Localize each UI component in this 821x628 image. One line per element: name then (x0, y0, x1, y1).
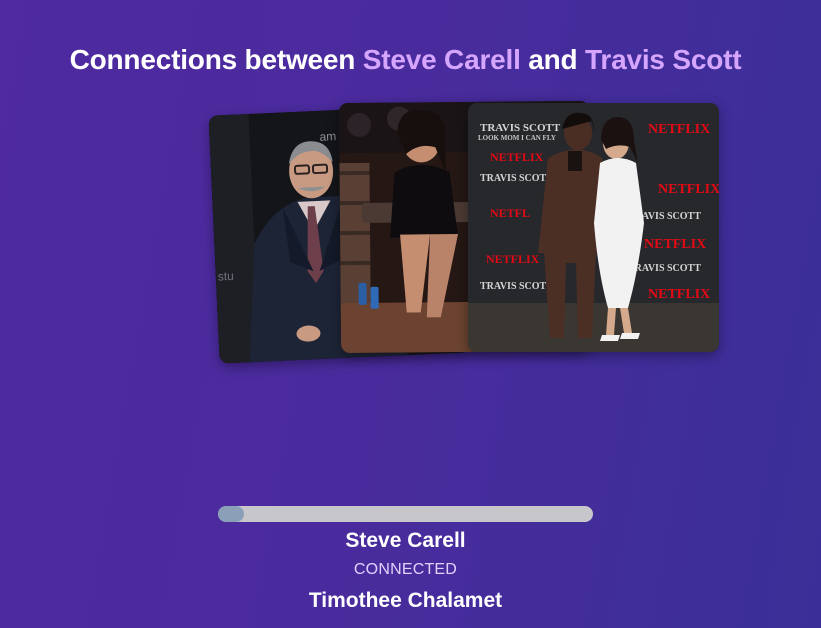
svg-text:NETFLIX: NETFLIX (648, 287, 710, 302)
backdrop-text: am (319, 129, 336, 144)
svg-text:NETFLIX: NETFLIX (658, 182, 719, 197)
svg-text:TRAVIS SCOTT: TRAVIS SCOTT (628, 263, 701, 274)
chain-from-name: Steve Carell (345, 529, 466, 552)
progress-fill (218, 506, 245, 522)
photo-travis-scott[interactable]: TRAVIS SCOTT LOOK MOM I CAN FLY NETFLIX … (468, 103, 719, 352)
svg-text:TRAVIS SCOTT: TRAVIS SCOTT (480, 281, 553, 292)
svg-text:stu: stu (217, 269, 234, 284)
progress-bar (218, 506, 593, 522)
svg-text:NETFLIX: NETFLIX (486, 252, 540, 266)
photo-stack: am stu TRAVIS SCOTT LOOK MOM I CAN FLY N… (0, 0, 821, 400)
svg-text:TRAVIS SCOTT: TRAVIS SCOTT (480, 173, 553, 184)
backdrop-subtext: LOOK MOM I CAN FLY (478, 134, 556, 142)
svg-text:NETFLIX: NETFLIX (644, 237, 706, 252)
backdrop-brand: NETFLIX (648, 122, 710, 137)
backdrop-text: TRAVIS SCOTT (480, 122, 561, 134)
travis-scott-image: TRAVIS SCOTT LOOK MOM I CAN FLY NETFLIX … (468, 103, 719, 352)
svg-text:NETFLIX: NETFLIX (490, 150, 544, 164)
chain-to-name: Timothee Chalamet (308, 589, 503, 612)
svg-text:NETFL: NETFL (490, 206, 530, 220)
connection-status: CONNECTED (353, 561, 458, 578)
